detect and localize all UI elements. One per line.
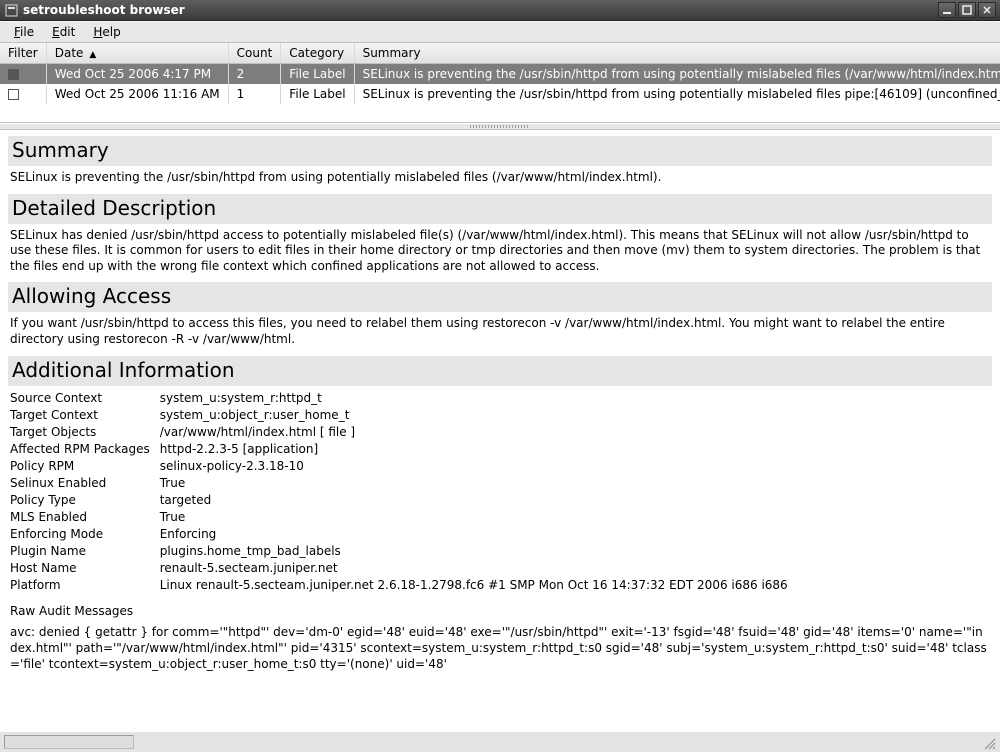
raw-audit-text: avc: denied { getattr } for comm='"httpd…	[10, 624, 990, 673]
filter-checkbox[interactable]	[0, 84, 46, 104]
cell-date: Wed Oct 25 2006 11:16 AM	[46, 84, 228, 104]
summary-text: SELinux is preventing the /usr/sbin/http…	[10, 170, 990, 186]
close-button[interactable]	[978, 2, 996, 18]
cell-count: 1	[228, 84, 281, 104]
info-key: MLS Enabled	[10, 509, 160, 526]
menu-file[interactable]: File	[6, 23, 42, 41]
info-row: PlatformLinux renault-5.secteam.juniper.…	[10, 577, 794, 594]
filter-checkbox[interactable]	[0, 64, 46, 85]
info-row: Host Namerenault-5.secteam.juniper.net	[10, 560, 794, 577]
info-value: Enforcing	[160, 526, 794, 543]
sort-asc-icon: ▲	[89, 50, 96, 60]
info-row: Policy Typetargeted	[10, 492, 794, 509]
heading-allowing: Allowing Access	[8, 282, 992, 312]
info-row: Source Contextsystem_u:system_r:httpd_t	[10, 390, 794, 407]
info-key: Plugin Name	[10, 543, 160, 560]
window-title: setroubleshoot browser	[23, 3, 936, 17]
info-value: httpd-2.2.3-5 [application]	[160, 441, 794, 458]
info-value: system_u:object_r:user_home_t	[160, 407, 794, 424]
cell-summary: SELinux is preventing the /usr/sbin/http…	[354, 64, 1000, 85]
alert-table-header: Filter Date▲ Count Category Summary	[0, 43, 1000, 64]
allowing-text: If you want /usr/sbin/httpd to access th…	[10, 316, 990, 347]
resize-grip-icon[interactable]	[980, 734, 996, 750]
table-row[interactable]: Wed Oct 25 2006 4:17 PM 2 File Label SEL…	[0, 64, 1000, 85]
cell-category: File Label	[281, 64, 354, 85]
minimize-button[interactable]	[938, 2, 956, 18]
info-value: selinux-policy-2.3.18-10	[160, 458, 794, 475]
info-value: True	[160, 509, 794, 526]
info-row: Target Contextsystem_u:object_r:user_hom…	[10, 407, 794, 424]
info-row: Affected RPM Packageshttpd-2.2.3-5 [appl…	[10, 441, 794, 458]
description-text: SELinux has denied /usr/sbin/httpd acces…	[10, 228, 990, 275]
raw-heading: Raw Audit Messages	[10, 604, 990, 618]
cell-count: 2	[228, 64, 281, 85]
info-value: renault-5.secteam.juniper.net	[160, 560, 794, 577]
col-summary[interactable]: Summary	[354, 43, 1000, 64]
maximize-button[interactable]	[958, 2, 976, 18]
grip-icon	[470, 125, 530, 128]
cell-date: Wed Oct 25 2006 4:17 PM	[46, 64, 228, 85]
heading-summary: Summary	[8, 136, 992, 166]
detail-pane: Summary SELinux is preventing the /usr/s…	[0, 130, 1000, 731]
heading-description: Detailed Description	[8, 194, 992, 224]
cell-category: File Label	[281, 84, 354, 104]
titlebar: setroubleshoot browser	[0, 0, 1000, 21]
info-key: Target Context	[10, 407, 160, 424]
col-count[interactable]: Count	[228, 43, 281, 64]
menubar: File Edit Help	[0, 21, 1000, 43]
info-key: Policy Type	[10, 492, 160, 509]
table-row[interactable]: Wed Oct 25 2006 11:16 AM 1 File Label SE…	[0, 84, 1000, 104]
alert-table-wrap: Filter Date▲ Count Category Summary Wed …	[0, 43, 1000, 123]
info-row: MLS EnabledTrue	[10, 509, 794, 526]
status-segment	[4, 735, 134, 749]
info-key: Target Objects	[10, 424, 160, 441]
info-row: Plugin Nameplugins.home_tmp_bad_labels	[10, 543, 794, 560]
info-value: Linux renault-5.secteam.juniper.net 2.6.…	[160, 577, 794, 594]
col-category[interactable]: Category	[281, 43, 354, 64]
cell-summary: SELinux is preventing the /usr/sbin/http…	[354, 84, 1000, 104]
info-key: Enforcing Mode	[10, 526, 160, 543]
info-value: plugins.home_tmp_bad_labels	[160, 543, 794, 560]
info-row: Policy RPMselinux-policy-2.3.18-10	[10, 458, 794, 475]
info-table: Source Contextsystem_u:system_r:httpd_tT…	[10, 390, 794, 594]
app-icon	[4, 3, 18, 17]
info-key: Platform	[10, 577, 160, 594]
info-value: targeted	[160, 492, 794, 509]
info-key: Affected RPM Packages	[10, 441, 160, 458]
menu-edit[interactable]: Edit	[44, 23, 83, 41]
info-key: Selinux Enabled	[10, 475, 160, 492]
info-key: Policy RPM	[10, 458, 160, 475]
alert-table: Filter Date▲ Count Category Summary Wed …	[0, 43, 1000, 104]
pane-splitter[interactable]	[0, 123, 1000, 130]
col-filter[interactable]: Filter	[0, 43, 46, 64]
info-value: /var/www/html/index.html [ file ]	[160, 424, 794, 441]
statusbar	[0, 731, 1000, 752]
info-value: True	[160, 475, 794, 492]
info-key: Host Name	[10, 560, 160, 577]
info-key: Source Context	[10, 390, 160, 407]
info-value: system_u:system_r:httpd_t	[160, 390, 794, 407]
heading-additional: Additional Information	[8, 356, 992, 386]
info-row: Enforcing ModeEnforcing	[10, 526, 794, 543]
menu-help[interactable]: Help	[85, 23, 128, 41]
info-row: Target Objects/var/www/html/index.html […	[10, 424, 794, 441]
info-row: Selinux EnabledTrue	[10, 475, 794, 492]
col-date[interactable]: Date▲	[46, 43, 228, 64]
